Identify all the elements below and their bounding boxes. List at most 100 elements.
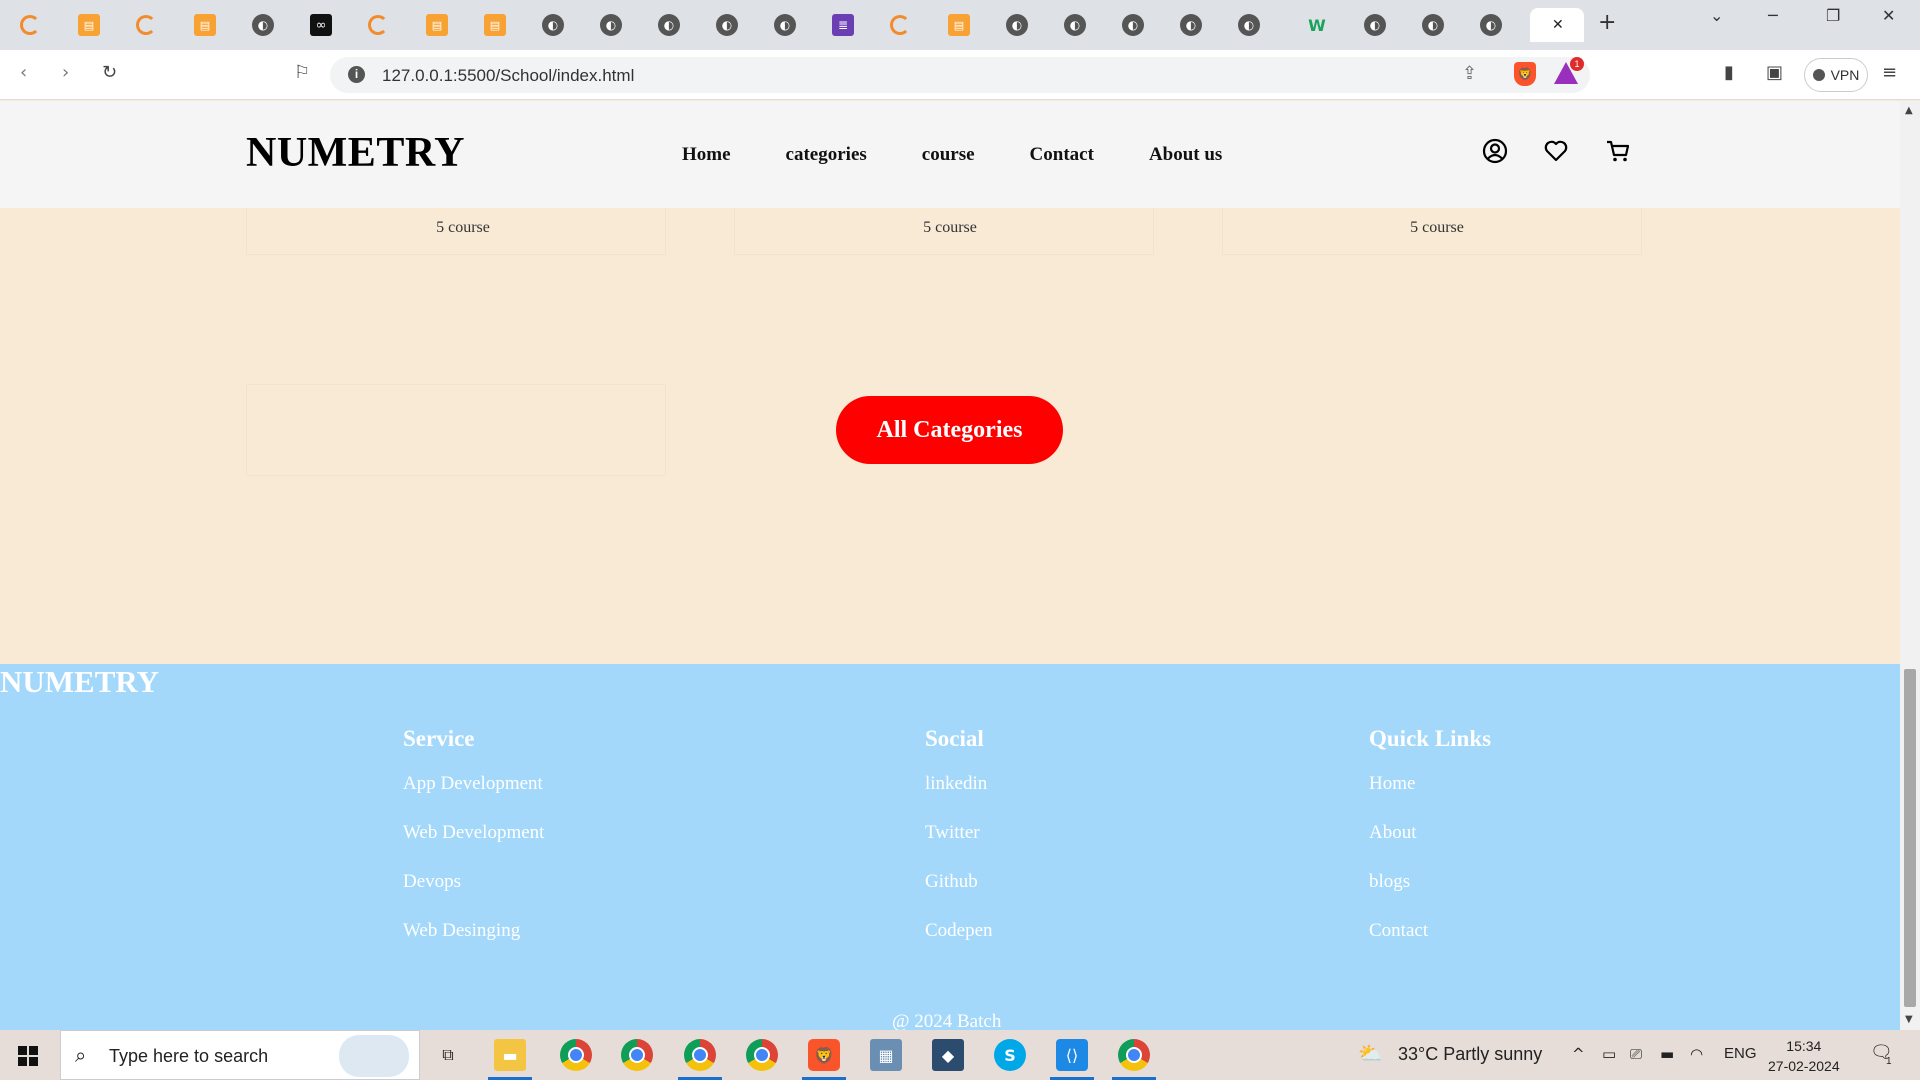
restore-button[interactable]: ❐ — [1826, 6, 1840, 25]
browser-tab[interactable]: ◐ — [710, 8, 758, 42]
vscode-icon[interactable]: ⟨⟩ — [1056, 1039, 1088, 1071]
browser-tab[interactable]: ◐ — [594, 8, 642, 42]
footer-link[interactable]: linkedin — [925, 772, 993, 821]
vpn-button[interactable]: VPN — [1804, 58, 1868, 92]
browser-tab[interactable]: ◐ — [536, 8, 584, 42]
scroll-up-arrow-icon[interactable]: ▲ — [1905, 105, 1913, 116]
search-placeholder[interactable]: Type here to search — [109, 1046, 268, 1067]
footer-link[interactable]: Github — [925, 870, 993, 919]
system-clock[interactable]: 15:34 27-02-2024 — [1768, 1036, 1840, 1076]
browser-tab[interactable]: ◐ — [652, 8, 700, 42]
nav-categories[interactable]: categories — [786, 144, 867, 166]
task-view-icon[interactable]: ⧉ — [432, 1039, 464, 1071]
footer-link[interactable]: Web Development — [403, 821, 544, 870]
chrome-icon[interactable] — [1118, 1039, 1150, 1071]
nav-about[interactable]: About us — [1149, 144, 1222, 166]
wallet-icon[interactable]: ▣ — [1766, 62, 1783, 83]
browser-tab[interactable]: ▤ — [72, 8, 120, 42]
chrome-icon[interactable] — [621, 1039, 653, 1071]
chrome-icon[interactable] — [746, 1039, 778, 1071]
language-indicator[interactable]: ENG — [1724, 1045, 1757, 1062]
page-scrollbar[interactable]: ▲ ▼ — [1900, 101, 1920, 1030]
footer-link[interactable]: App Development — [403, 772, 544, 821]
reload-icon[interactable]: ↻ — [102, 62, 117, 83]
close-tab-icon[interactable]: ✕ — [1552, 17, 1564, 33]
footer-link[interactable]: blogs — [1369, 870, 1491, 919]
browser-tab[interactable] — [362, 8, 410, 42]
browser-tab[interactable]: ◐ — [1116, 8, 1164, 42]
browser-tab[interactable]: ◐ — [1416, 8, 1464, 42]
globe-icon: ◐ — [252, 14, 274, 36]
site-footer: NUMETRY Service App Development Web Deve… — [0, 664, 1900, 1030]
url-text[interactable]: 127.0.0.1:5500/School/index.html — [382, 66, 634, 86]
scrollbar-thumb[interactable] — [1904, 669, 1916, 1007]
browser-tab[interactable]: ≣ — [826, 8, 874, 42]
display-icon[interactable]: ⎚ — [1630, 1045, 1642, 1063]
browser-tab[interactable]: ∞ — [304, 8, 352, 42]
page-viewport: NUMETRY Home categories course Contact A… — [0, 101, 1900, 1030]
globe-icon: ◐ — [542, 14, 564, 36]
scroll-down-arrow-icon[interactable]: ▼ — [1905, 1014, 1913, 1025]
footer-link[interactable]: Twitter — [925, 821, 993, 870]
browser-tab[interactable]: W — [1300, 8, 1348, 42]
nav-contact[interactable]: Contact — [1030, 144, 1094, 166]
meet-now-icon[interactable]: ▭ — [1602, 1045, 1616, 1063]
browser-tab[interactable]: ◐ — [246, 8, 294, 42]
minimize-button[interactable]: ─ — [1768, 6, 1778, 25]
browser-tab[interactable]: ▤ — [478, 8, 526, 42]
nav-home[interactable]: Home — [682, 144, 731, 166]
footer-link[interactable]: About — [1369, 821, 1491, 870]
brave-icon[interactable]: 🦁 — [808, 1039, 840, 1071]
browser-tab[interactable]: ◐ — [1474, 8, 1522, 42]
tab-search-chevron-icon[interactable]: ⌄ — [1710, 6, 1723, 25]
browser-tab[interactable]: ◐ — [1058, 8, 1106, 42]
footer-link[interactable]: Web Desinging — [403, 919, 544, 968]
control-panel-icon[interactable]: ▦ — [870, 1039, 902, 1071]
address-bar[interactable]: i 127.0.0.1:5500/School/index.html ⇪ 🦁 1 — [330, 57, 1590, 93]
browser-tab[interactable]: ▤ — [942, 8, 990, 42]
new-tab-button[interactable]: + — [1598, 10, 1616, 35]
browser-tab[interactable] — [884, 8, 932, 42]
brave-shields-icon[interactable]: 🦁 — [1514, 62, 1536, 86]
share-icon[interactable]: ⇪ — [1462, 63, 1477, 84]
browser-tab[interactable]: ◐ — [768, 8, 816, 42]
browser-tab[interactable]: ◐ — [1358, 8, 1406, 42]
clock-date: 27-02-2024 — [1768, 1058, 1840, 1074]
skype-icon[interactable]: S — [994, 1039, 1026, 1071]
mysql-workbench-icon[interactable]: ◆ — [932, 1039, 964, 1071]
wifi-icon[interactable]: ◠ — [1690, 1045, 1703, 1063]
footer-link[interactable]: Devops — [403, 870, 544, 919]
taskbar-search[interactable]: ⌕ Type here to search — [60, 1030, 420, 1080]
battery-icon[interactable]: ▬ — [1660, 1045, 1674, 1063]
forward-icon[interactable]: › — [62, 62, 69, 83]
footer-link[interactable]: Codepen — [925, 919, 993, 968]
browser-tab[interactable]: ▤ — [188, 8, 236, 42]
site-info-icon[interactable]: i — [348, 66, 365, 83]
footer-link[interactable]: Home — [1369, 772, 1491, 821]
user-icon[interactable] — [1482, 138, 1508, 164]
browser-tab[interactable] — [130, 8, 178, 42]
bookmark-icon[interactable]: ⚐ — [294, 62, 310, 83]
chrome-icon[interactable] — [560, 1039, 592, 1071]
site-logo[interactable]: NUMETRY — [246, 129, 465, 177]
cart-icon[interactable] — [1605, 138, 1631, 164]
footer-link[interactable]: Contact — [1369, 919, 1491, 968]
close-window-button[interactable]: ✕ — [1882, 6, 1895, 25]
browser-tab[interactable] — [14, 8, 62, 42]
chrome-icon[interactable] — [684, 1039, 716, 1071]
windows-start-icon[interactable] — [18, 1046, 38, 1066]
menu-icon[interactable]: ≡ — [1882, 62, 1897, 83]
browser-tab[interactable]: ◐ — [1232, 8, 1280, 42]
browser-tab[interactable]: ▤ — [420, 8, 468, 42]
nav-course[interactable]: course — [922, 144, 975, 166]
tray-chevron-icon[interactable]: ^ — [1572, 1045, 1585, 1063]
browser-tab[interactable]: ◐ — [1000, 8, 1048, 42]
all-categories-button[interactable]: All Categories — [836, 396, 1063, 464]
file-explorer-icon[interactable]: ▬ — [494, 1039, 526, 1071]
heart-icon[interactable] — [1543, 138, 1569, 164]
browser-tab[interactable]: ◐ — [1174, 8, 1222, 42]
weather-text[interactable]: 33°C Partly sunny — [1398, 1044, 1542, 1065]
back-icon[interactable]: ‹ — [20, 62, 27, 83]
browser-tab-active[interactable]: ✕ — [1530, 8, 1584, 42]
sidebar-icon[interactable]: ▮ — [1724, 62, 1734, 83]
